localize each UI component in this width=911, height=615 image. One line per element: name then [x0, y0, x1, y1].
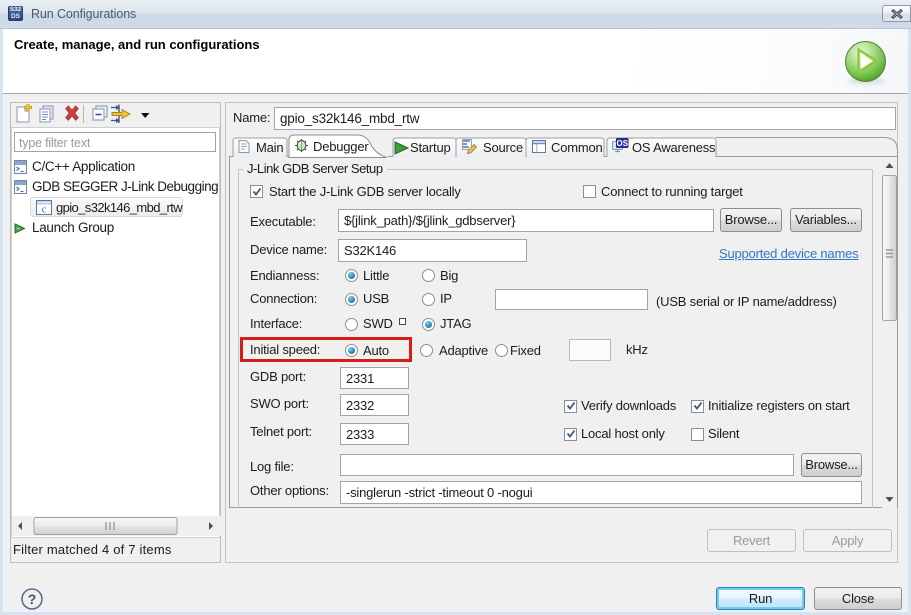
svg-text:?: ?: [28, 591, 37, 607]
svg-text:c: c: [42, 205, 47, 216]
svg-text:OS: OS: [617, 139, 629, 148]
